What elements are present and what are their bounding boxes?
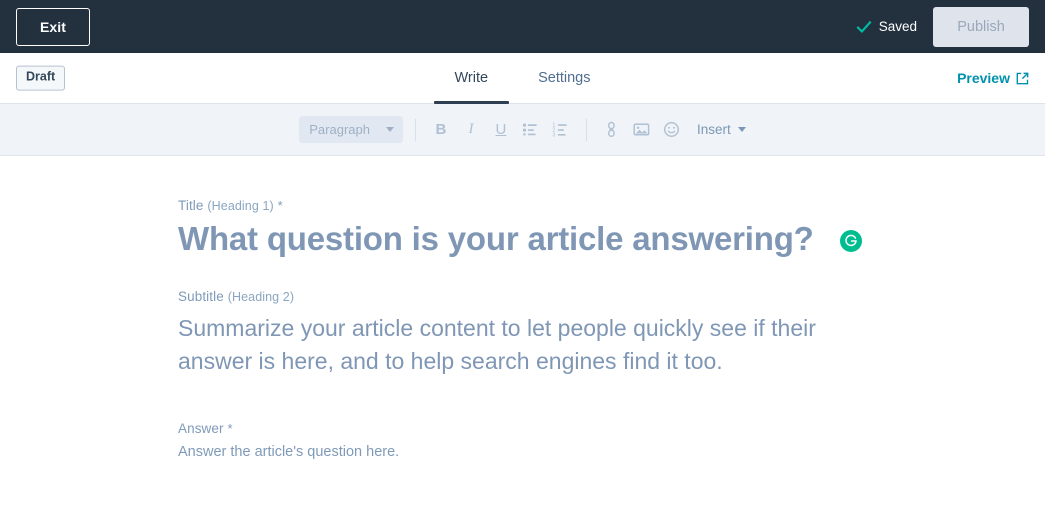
- preview-link[interactable]: Preview: [957, 70, 1029, 86]
- answer-input[interactable]: Answer the article's question here.: [178, 442, 880, 462]
- save-status: Saved: [856, 19, 919, 35]
- preview-label: Preview: [957, 70, 1010, 86]
- title-required-mark: *: [277, 198, 283, 213]
- publish-button[interactable]: Publish: [933, 6, 1029, 47]
- subtitle-block: Subtitle (Heading 2) Summarize your arti…: [178, 289, 880, 379]
- italic-button[interactable]: I: [458, 117, 484, 143]
- top-bar: Exit Saved Publish: [0, 0, 1045, 53]
- tab-bar-left: Draft: [16, 65, 66, 91]
- subtitle-input[interactable]: Summarize your article content to let pe…: [178, 312, 868, 379]
- underline-button[interactable]: U: [488, 117, 514, 143]
- bulleted-list-button[interactable]: [518, 117, 544, 143]
- regenerate-icon[interactable]: [839, 229, 862, 252]
- status-badge: Draft: [16, 65, 66, 91]
- chevron-down-icon: [737, 127, 746, 132]
- toolbar-divider-2: [585, 118, 587, 141]
- tab-bar: Draft Write Settings Preview: [0, 53, 1045, 104]
- paragraph-style-select[interactable]: Paragraph: [299, 116, 403, 143]
- title-field-label: Title (Heading 1) *: [178, 198, 880, 213]
- editor-toolbar-inner: Paragraph B I U 1 2 3 Insert: [299, 116, 746, 143]
- emoji-icon[interactable]: [659, 117, 685, 143]
- title-label-hint: (Heading 1): [207, 199, 274, 213]
- answer-field-label: Answer *: [178, 421, 880, 436]
- numbered-list-button[interactable]: 1 2 3: [548, 117, 574, 143]
- document-body: Title (Heading 1) * What question is you…: [0, 156, 880, 462]
- answer-required-mark: *: [227, 420, 233, 436]
- subtitle-field-label: Subtitle (Heading 2): [178, 289, 880, 304]
- editor-toolbar: Paragraph B I U 1 2 3 Insert: [0, 104, 1045, 156]
- tab-bar-right: Preview: [957, 70, 1029, 86]
- bold-button[interactable]: B: [428, 117, 454, 143]
- article-editor-app: Exit Saved Publish Draft Write Settings: [0, 0, 1045, 505]
- insert-group: Insert: [599, 117, 746, 143]
- answer-block: Answer * Answer the article's question h…: [178, 421, 880, 462]
- chevron-down-icon: [385, 127, 394, 132]
- external-link-icon: [1016, 72, 1029, 85]
- title-label-text: Title: [178, 198, 204, 213]
- editor-canvas: Title (Heading 1) * What question is you…: [0, 156, 1045, 505]
- tab-write[interactable]: Write: [430, 53, 514, 104]
- answer-label-text: Answer: [178, 420, 224, 436]
- text-format-group: B I U 1 2 3: [428, 117, 574, 143]
- top-bar-actions: Saved Publish: [856, 6, 1029, 47]
- link-icon[interactable]: [599, 117, 625, 143]
- exit-button[interactable]: Exit: [16, 7, 90, 46]
- tab-settings[interactable]: Settings: [513, 53, 615, 103]
- insert-menu-button[interactable]: Insert: [697, 122, 746, 137]
- subtitle-label-text: Subtitle: [178, 288, 224, 304]
- insert-menu-label: Insert: [696, 122, 731, 137]
- check-icon: [856, 19, 872, 35]
- title-input[interactable]: What question is your article answering?: [178, 219, 814, 259]
- subtitle-label-hint: (Heading 2): [227, 289, 295, 304]
- save-status-label: Saved: [878, 19, 917, 34]
- paragraph-style-value: Paragraph: [309, 122, 370, 137]
- image-icon[interactable]: [629, 117, 655, 143]
- svg-text:3: 3: [553, 132, 556, 138]
- toolbar-divider-1: [414, 118, 416, 141]
- tab-list: Write Settings: [430, 53, 616, 104]
- title-row: What question is your article answering?: [178, 219, 880, 259]
